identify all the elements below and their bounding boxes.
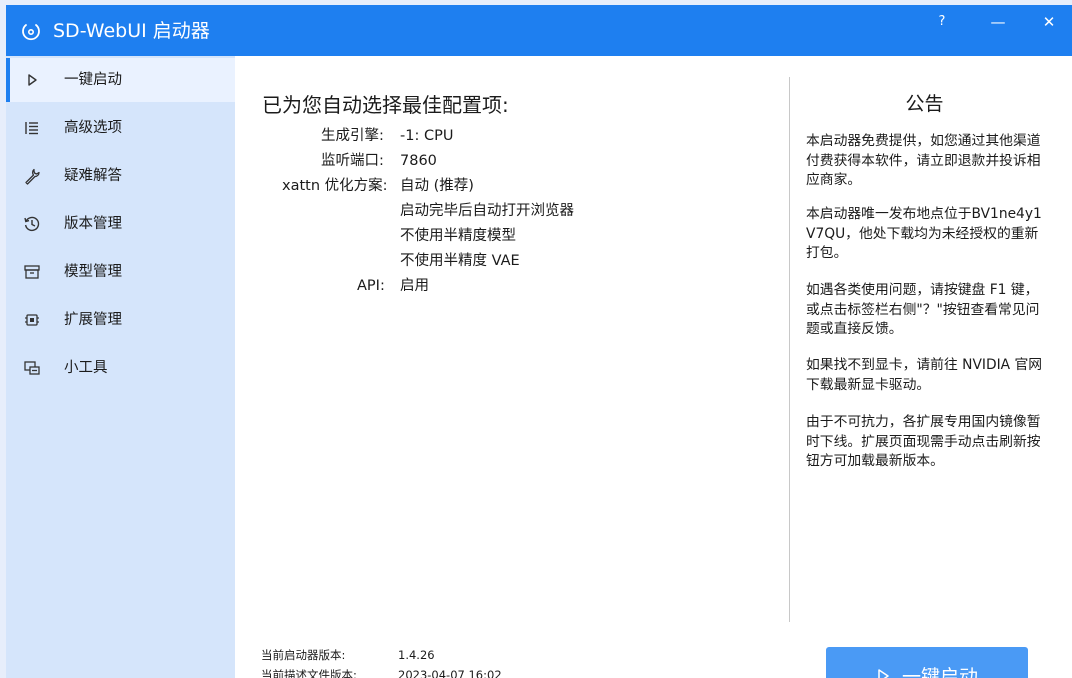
sidebar-item-launch[interactable]: 一键启动	[6, 58, 235, 102]
sidebar-item-label: 疑难解答	[64, 168, 122, 184]
sidebar-item-label: 高级选项	[64, 120, 122, 136]
desc-version-value: 2023-04-07 16:02	[398, 668, 502, 678]
config-value-no-half-model[interactable]: 不使用半精度模型	[400, 226, 516, 246]
config-value-engine[interactable]: -1: CPU	[400, 126, 453, 146]
notice-paragraph: 如果找不到显卡，请前往 NVIDIA 官网下载最新显卡驱动。	[806, 357, 1043, 393]
sidebar-item-troubleshoot[interactable]: 疑难解答	[6, 154, 235, 198]
play-icon	[878, 669, 889, 678]
sidebar-item-extensions[interactable]: 扩展管理	[6, 298, 235, 342]
launch-button-label: 一键启动	[902, 666, 979, 678]
config-value-xattn[interactable]: 自动 (推荐)	[400, 176, 474, 196]
notice-paragraph: 本启动器唯一发布地点位于BV1ne4y1V7QU，他处下载均为未经授权的重新打包…	[806, 206, 1042, 261]
launch-button[interactable]: 一键启动	[826, 647, 1028, 678]
toolbox-icon	[24, 361, 40, 375]
config-label-engine: 生成引擎:	[321, 128, 384, 144]
launcher-version-label: 当前启动器版本:	[261, 648, 346, 662]
main-title: 已为您自动选择最佳配置项:	[262, 93, 509, 117]
history-icon	[24, 216, 40, 232]
config-value-no-half-vae[interactable]: 不使用半精度 VAE	[400, 251, 520, 271]
sidebar-item-label: 模型管理	[64, 264, 122, 280]
app-logo-icon	[22, 24, 40, 41]
minimize-button[interactable]: —	[987, 11, 1009, 33]
config-label-api: API:	[357, 278, 385, 294]
sidebar-item-models[interactable]: 模型管理	[6, 250, 235, 294]
title-bar: SD-WebUI 启动器 ? — ✕	[6, 5, 1072, 56]
launcher-window: SD-WebUI 启动器 ? — ✕ 一键启动 高级选项 疑难解答 版本管理 模…	[6, 5, 1072, 678]
notice-title: 公告	[905, 93, 944, 115]
chip-icon	[25, 314, 39, 326]
sidebar: 一键启动 高级选项 疑难解答 版本管理 模型管理 扩展管理 小工具	[6, 56, 235, 678]
help-button[interactable]: ?	[931, 11, 953, 33]
archive-icon	[24, 265, 40, 279]
sidebar-item-label: 小工具	[64, 360, 108, 376]
sidebar-item-tools[interactable]: 小工具	[6, 346, 235, 390]
sidebar-item-label: 一键启动	[64, 72, 122, 88]
config-label-xattn: xattn 优化方案:	[282, 178, 388, 194]
sidebar-item-versions[interactable]: 版本管理	[6, 202, 235, 246]
notice-paragraph: 由于不可抗力，各扩展专用国内镜像暂时下线。扩展页面现需手动点击刷新按钮方可加载最…	[806, 414, 1041, 469]
wrench-icon	[25, 168, 40, 185]
list-icon	[25, 122, 38, 135]
config-value-auto-browser[interactable]: 启动完毕后自动打开浏览器	[400, 201, 574, 221]
config-label-port: 监听端口:	[321, 153, 384, 169]
launcher-version-value: 1.4.26	[398, 648, 435, 662]
sidebar-item-advanced[interactable]: 高级选项	[6, 106, 235, 150]
close-button[interactable]: ✕	[1038, 11, 1060, 33]
sidebar-item-label: 扩展管理	[64, 312, 122, 328]
config-value-port[interactable]: 7860	[400, 151, 437, 171]
desc-version-label: 当前描述文件版本:	[261, 668, 357, 678]
window-title: SD-WebUI 启动器	[53, 20, 210, 42]
sidebar-item-label: 版本管理	[64, 216, 122, 232]
panel-divider	[789, 77, 790, 622]
notice-paragraph: 本启动器免费提供，如您通过其他渠道付费获得本软件，请立即退款并投诉相应商家。	[806, 133, 1041, 188]
play-icon	[28, 74, 37, 86]
config-value-api[interactable]: 启用	[400, 276, 429, 296]
notice-paragraph: 如遇各类使用问题，请按键盘 F1 键，或点击标签栏右侧"？"按钮查看常见问题或直…	[806, 282, 1040, 337]
